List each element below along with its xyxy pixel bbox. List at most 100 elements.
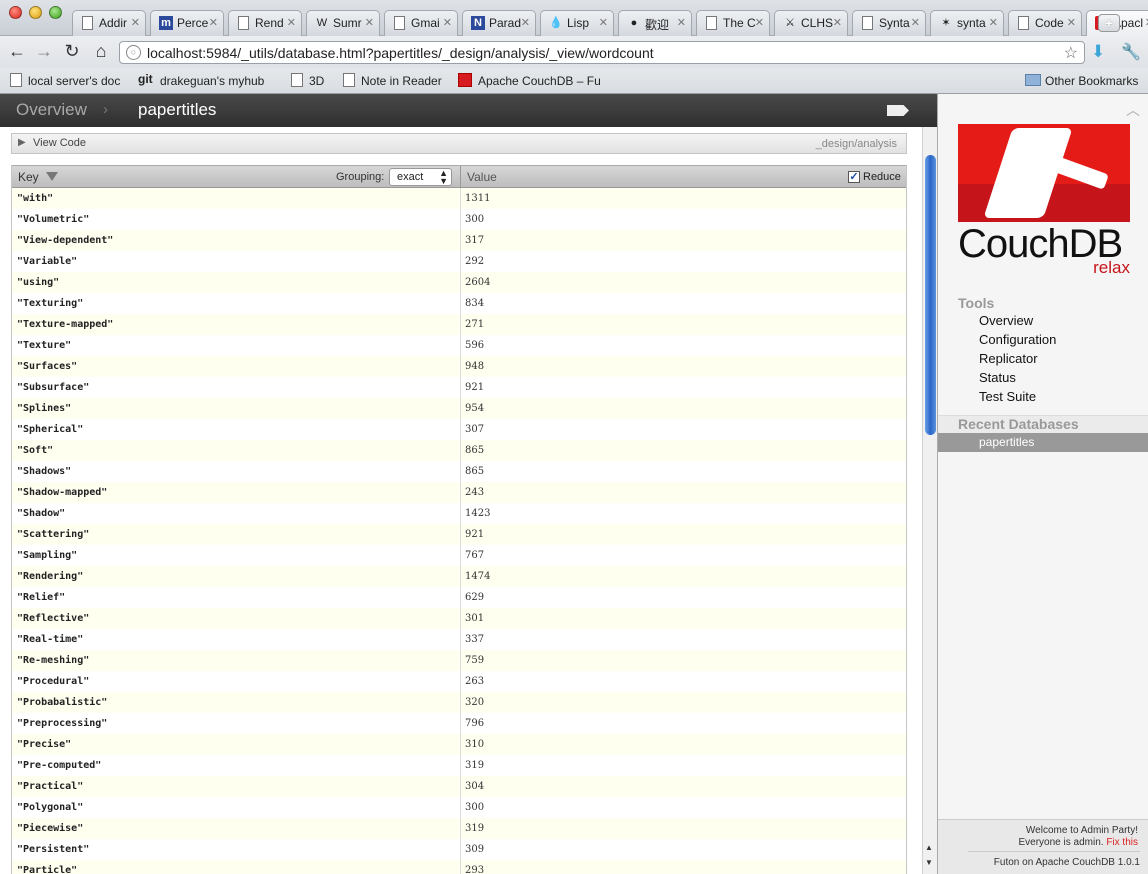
back-icon[interactable]: ← <box>7 41 27 61</box>
table-row[interactable]: "Scattering" 921 <box>12 524 906 545</box>
extension-icon[interactable]: ⬇ <box>1091 42 1109 62</box>
collapse-sidebar-icon[interactable]: ︿ <box>1126 100 1140 120</box>
browser-tab[interactable]: The C ✕ <box>696 10 770 36</box>
bookmark-star-icon[interactable]: ☆ <box>1064 43 1078 63</box>
table-row[interactable]: "Soft" 865 <box>12 440 906 461</box>
view-code-label[interactable]: View Code <box>33 137 86 149</box>
sort-down-icon[interactable] <box>46 172 58 181</box>
row-key[interactable]: "Persistent" <box>17 844 89 855</box>
scroll-down-arrow-icon[interactable]: ▼ <box>925 858 933 867</box>
row-key[interactable]: "Surfaces" <box>17 361 77 372</box>
scrollbar-thumb[interactable] <box>925 155 936 435</box>
bookmark-apache-couchdb[interactable]: Apache CouchDB – Fu <box>458 73 601 88</box>
address-bar[interactable]: ○ localhost:5984/_utils/database.html?pa… <box>119 41 1085 64</box>
close-tab-icon[interactable]: ✕ <box>365 16 374 29</box>
table-row[interactable]: "Polygonal" 300 <box>12 797 906 818</box>
row-key[interactable]: "Pre-computed" <box>17 760 101 771</box>
bookmark-note-in-reader[interactable]: Note in Reader <box>343 73 442 88</box>
row-key[interactable]: "Spherical" <box>17 424 83 435</box>
url-text[interactable]: localhost:5984/_utils/database.html?pape… <box>147 45 654 61</box>
minimize-window-button[interactable] <box>29 6 42 19</box>
wrench-icon[interactable]: 🔧 <box>1121 42 1141 62</box>
recent-database-papertitles[interactable]: papertitles <box>938 433 1148 452</box>
row-key[interactable]: "Shadow" <box>17 508 65 519</box>
row-key[interactable]: "Sampling" <box>17 550 77 561</box>
close-window-button[interactable] <box>9 6 22 19</box>
row-key[interactable]: "Procedural" <box>17 676 89 687</box>
row-key[interactable]: "Polygonal" <box>17 802 83 813</box>
close-tab-icon[interactable]: ✕ <box>677 16 686 29</box>
row-key[interactable]: "Texture" <box>17 340 71 351</box>
row-key[interactable]: "Volumetric" <box>17 214 89 225</box>
table-row[interactable]: "Volumetric" 300 <box>12 209 906 230</box>
row-key[interactable]: "Preprocessing" <box>17 718 107 729</box>
close-tab-icon[interactable]: ✕ <box>911 16 920 29</box>
row-key[interactable]: "Real-time" <box>17 634 83 645</box>
zoom-window-button[interactable] <box>49 6 62 19</box>
row-key[interactable]: "Precise" <box>17 739 71 750</box>
sidebar-item-configuration[interactable]: Configuration <box>979 332 1056 347</box>
key-column-header[interactable]: Key <box>18 170 39 184</box>
row-key[interactable]: "using" <box>17 277 59 288</box>
close-tab-icon[interactable]: ✕ <box>521 16 530 29</box>
browser-tab[interactable]: m Perce ✕ <box>150 10 224 36</box>
row-key[interactable]: "View-dependent" <box>17 235 113 246</box>
browser-tab[interactable]: ✶ synta ✕ <box>930 10 1004 36</box>
bookmark-3d[interactable]: 3D <box>291 73 324 88</box>
bookmark-local-server-doc[interactable]: local server's doc <box>10 73 120 88</box>
table-row[interactable]: "Procedural" 263 <box>12 671 906 692</box>
close-tab-icon[interactable]: ✕ <box>989 16 998 29</box>
table-row[interactable]: "Persistent" 309 <box>12 839 906 860</box>
table-row[interactable]: "Pre-computed" 319 <box>12 755 906 776</box>
table-row[interactable]: "Preprocessing" 796 <box>12 713 906 734</box>
table-row[interactable]: "Splines" 954 <box>12 398 906 419</box>
sidebar-item-overview[interactable]: Overview <box>979 313 1033 328</box>
row-key[interactable]: "Reflective" <box>17 613 89 624</box>
table-row[interactable]: "Texture" 596 <box>12 335 906 356</box>
close-tab-icon[interactable]: ✕ <box>1067 16 1076 29</box>
table-row[interactable]: "Sampling" 767 <box>12 545 906 566</box>
table-row[interactable]: "Particle" 293 <box>12 860 906 874</box>
table-row[interactable]: "Probabalistic" 320 <box>12 692 906 713</box>
browser-tab[interactable]: Gmai ✕ <box>384 10 458 36</box>
table-row[interactable]: "Reflective" 301 <box>12 608 906 629</box>
table-row[interactable]: "Re-meshing" 759 <box>12 650 906 671</box>
table-row[interactable]: "Variable" 292 <box>12 251 906 272</box>
row-key[interactable]: "Shadow-mapped" <box>17 487 107 498</box>
close-tab-icon[interactable]: ✕ <box>209 16 218 29</box>
row-key[interactable]: "Variable" <box>17 256 77 267</box>
table-row[interactable]: "Spherical" 307 <box>12 419 906 440</box>
sidebar-item-status[interactable]: Status <box>979 370 1016 385</box>
row-key[interactable]: "Texture-mapped" <box>17 319 113 330</box>
browser-tab[interactable]: Code ✕ <box>1008 10 1082 36</box>
table-row[interactable]: "Relief" 629 <box>12 587 906 608</box>
row-key[interactable]: "Rendering" <box>17 571 83 582</box>
row-key[interactable]: "with" <box>17 193 53 204</box>
table-row[interactable]: "Practical" 304 <box>12 776 906 797</box>
table-row[interactable]: "Subsurface" 921 <box>12 377 906 398</box>
table-row[interactable]: "Texturing" 834 <box>12 293 906 314</box>
view-code-toggle[interactable]: ▶ View Code _design/analysis <box>11 133 907 154</box>
reload-icon[interactable]: ↻ <box>62 41 82 61</box>
row-key[interactable]: "Probabalistic" <box>17 697 107 708</box>
grouping-select[interactable]: exact ▲ ▼ <box>389 168 452 186</box>
sidebar-item-test-suite[interactable]: Test Suite <box>979 389 1036 404</box>
home-icon[interactable]: ⌂ <box>91 41 111 61</box>
browser-tab[interactable]: ● 歡迎 ✕ <box>618 10 692 36</box>
table-row[interactable]: "using" 2604 <box>12 272 906 293</box>
row-key[interactable]: "Splines" <box>17 403 71 414</box>
reduce-label[interactable]: Reduce <box>863 171 901 183</box>
table-row[interactable]: "Piecewise" 319 <box>12 818 906 839</box>
close-tab-icon[interactable]: ✕ <box>287 16 296 29</box>
browser-tab[interactable]: Addir ✕ <box>72 10 146 36</box>
row-key[interactable]: "Soft" <box>17 445 53 456</box>
browser-tab[interactable]: ⚔ CLHS ✕ <box>774 10 848 36</box>
browser-tab[interactable]: 💧 Lisp ✕ <box>540 10 614 36</box>
bookmark-myhub[interactable]: git drakeguan's myhub <box>138 72 264 88</box>
other-bookmarks[interactable]: Other Bookmarks <box>1025 74 1138 88</box>
scrollbar[interactable]: ▲ ▼ <box>922 127 937 874</box>
sidebar-item-replicator[interactable]: Replicator <box>979 351 1038 366</box>
table-row[interactable]: "View-dependent" 317 <box>12 230 906 251</box>
row-key[interactable]: "Relief" <box>17 592 65 603</box>
row-key[interactable]: "Particle" <box>17 865 77 874</box>
